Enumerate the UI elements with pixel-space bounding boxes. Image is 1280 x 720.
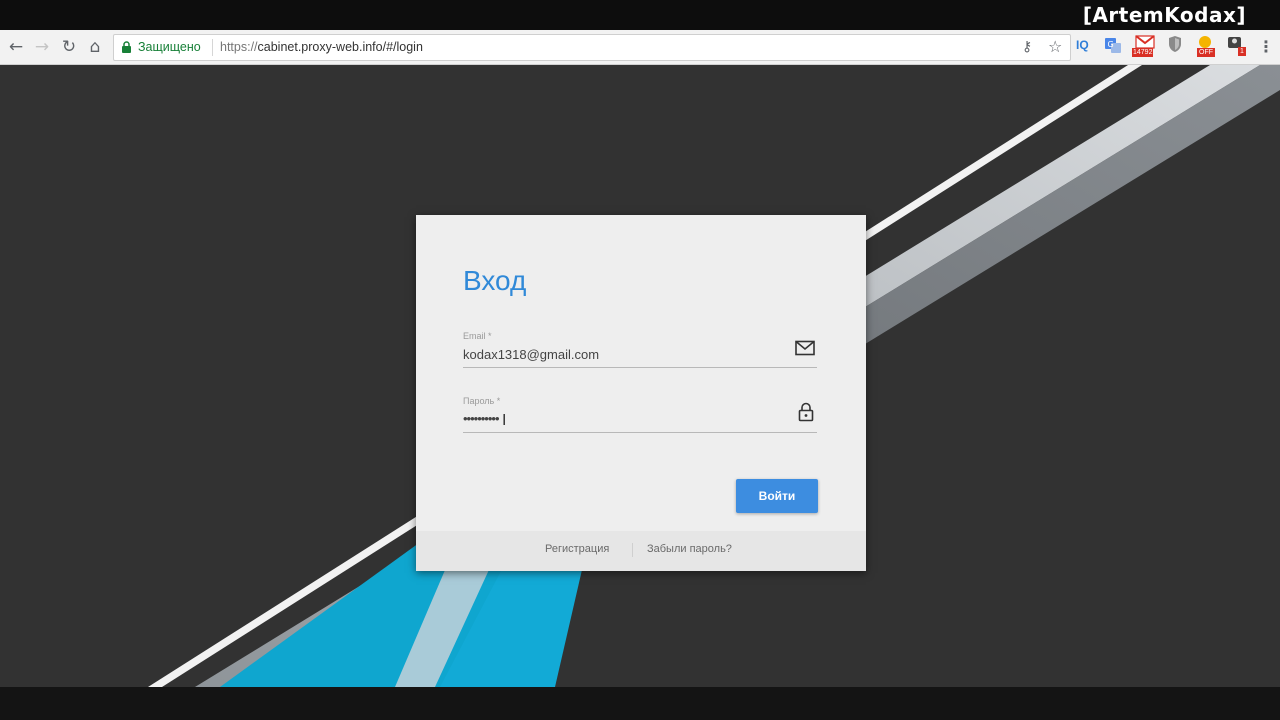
gmail-badge: 14792 <box>1132 48 1154 57</box>
address-bar[interactable]: Защищено https://cabinet.proxy-web.info/… <box>113 34 1071 61</box>
register-link[interactable]: Регистрация <box>545 543 609 555</box>
envelope-icon <box>795 340 815 356</box>
forgot-password-link[interactable]: Забыли пароль? <box>647 543 732 555</box>
svg-text:G: G <box>1108 40 1114 49</box>
secure-label: Защищено <box>138 40 201 54</box>
reload-icon[interactable]: ↻ <box>59 37 79 57</box>
gmail-envelope-icon <box>1135 35 1155 49</box>
login-card: Вход Email * kodax1318@gmail.com Пароль … <box>416 215 866 571</box>
password-field[interactable]: •••••••••• <box>463 411 500 426</box>
translate-extension-icon[interactable]: G <box>1103 35 1123 57</box>
url-text[interactable]: https://cabinet.proxy-web.info/#/login <box>220 40 423 54</box>
home-icon[interactable]: ⌂ <box>85 37 105 57</box>
login-page: Вход Email * kodax1318@gmail.com Пароль … <box>0 65 1280 687</box>
lock-extension-icon[interactable]: OFF <box>1195 35 1217 57</box>
email-label: Email * <box>463 331 492 341</box>
gmail-extension-icon[interactable]: 14792 <box>1132 35 1158 57</box>
lock-extension-badge: OFF <box>1197 48 1215 57</box>
back-arrow-icon[interactable]: ← <box>6 37 26 57</box>
user-extension-icon[interactable]: 1 <box>1226 35 1246 57</box>
login-title: Вход <box>463 265 527 296</box>
email-field[interactable]: kodax1318@gmail.com <box>463 347 599 362</box>
address-separator <box>212 39 213 56</box>
key-icon[interactable]: ⚷ <box>1022 39 1032 55</box>
password-underline <box>463 432 817 433</box>
login-card-footer: Регистрация Забыли пароль? <box>416 531 866 571</box>
bookmark-star-icon[interactable]: ☆ <box>1048 37 1062 56</box>
password-label: Пароль * <box>463 396 501 406</box>
video-top-bar: [ArtemKodax] <box>0 0 1280 30</box>
footer-divider <box>632 543 633 557</box>
email-underline <box>463 367 817 368</box>
browser-toolbar: ← → ↻ ⌂ Защищено https://cabinet.proxy-w… <box>0 30 1280 65</box>
text-cursor-icon: I <box>502 411 507 429</box>
iq-extension-icon[interactable]: IQ <box>1074 35 1094 57</box>
shield-glyph-icon <box>1169 36 1181 52</box>
forward-arrow-icon[interactable]: → <box>32 37 52 57</box>
secure-lock-icon <box>122 41 131 53</box>
channel-watermark: [ArtemKodax] <box>1082 3 1246 27</box>
browser-menu-icon[interactable]: ⋮ <box>1256 37 1276 57</box>
translate-glyph-icon: G <box>1105 38 1121 53</box>
url-scheme: https:// <box>220 40 258 54</box>
iq-extension-label: IQ <box>1076 38 1089 52</box>
user-extension-badge: 1 <box>1238 47 1246 56</box>
video-bottom-bar <box>0 687 1280 720</box>
shield-extension-icon[interactable] <box>1167 35 1187 57</box>
orange-lock-icon <box>1199 36 1211 48</box>
padlock-icon <box>798 402 814 422</box>
url-host-path: cabinet.proxy-web.info/#/login <box>257 40 423 54</box>
login-submit-button[interactable]: Войти <box>736 479 818 513</box>
